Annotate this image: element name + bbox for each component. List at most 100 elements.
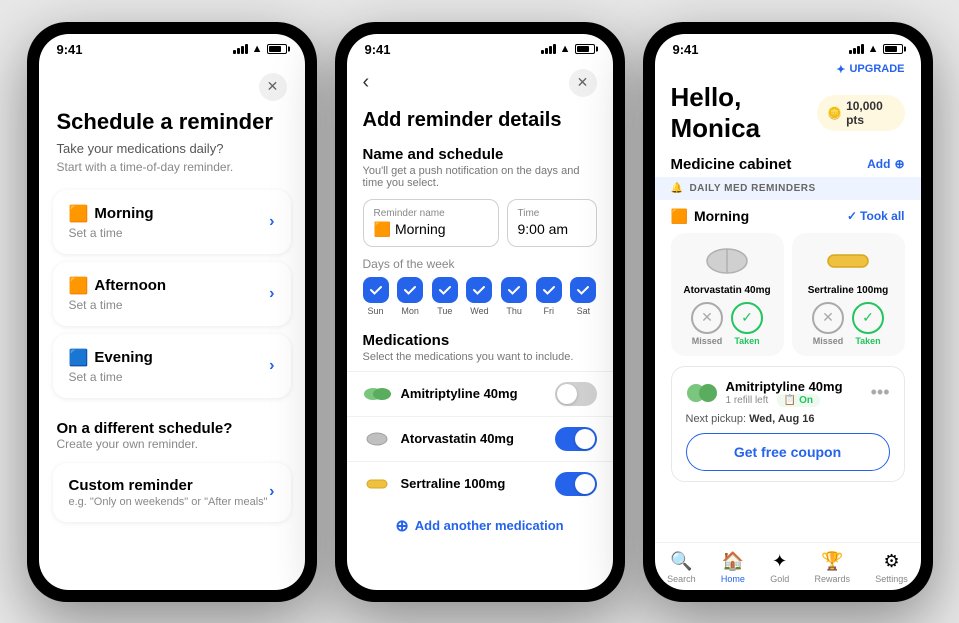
custom-reminder-sub: e.g. "Only on weekends" or "After meals": [69, 496, 268, 508]
day-chip-thu[interactable]: Thu: [501, 277, 527, 316]
day-chip-tue[interactable]: Tue: [432, 277, 458, 316]
nav-settings[interactable]: ⚙ Settings: [875, 551, 908, 584]
time-label: Time: [518, 208, 586, 219]
alarm-icon: 🔔: [671, 183, 684, 194]
morning-tag-emoji: 🟧: [671, 208, 688, 225]
day-chip-mon[interactable]: Mon: [397, 277, 423, 316]
home-nav-label: Home: [721, 574, 745, 584]
gold-nav-icon: ✦: [772, 551, 787, 572]
daily-med-label: DAILY MED REMINDERS: [689, 183, 815, 194]
days-label: Days of the week: [363, 257, 597, 271]
day-check-sat: [570, 277, 596, 303]
atorvastatin-pill-icon: [363, 425, 391, 453]
days-row: Sun Mon Tue: [363, 277, 597, 316]
day-name-sun: Sun: [367, 306, 383, 316]
status-bar-3: 9:41 ▲: [655, 34, 921, 61]
day-chip-sun[interactable]: Sun: [363, 277, 389, 316]
ami-more-icon[interactable]: •••: [871, 382, 890, 403]
add-medicine-button[interactable]: Add ⊕: [867, 157, 904, 171]
day-check-wed: [466, 277, 492, 303]
atorvastatin-card: Atorvastatin 40mg ✕ Missed ✓ Taken: [671, 233, 784, 356]
atorvastatin-taken-label: Taken: [734, 336, 759, 346]
search-nav-icon: 🔍: [670, 551, 692, 572]
day-chip-fri[interactable]: Fri: [536, 277, 562, 316]
cabinet-section-title: Medicine cabinet Add ⊕: [655, 152, 921, 177]
points-badge: 🪙 10,000 pts: [817, 95, 904, 131]
check-icon: ✓: [847, 209, 857, 223]
sertraline-card: Sertraline 100mg ✕ Missed ✓ Taken: [792, 233, 905, 356]
morning-reminder-row: 🟧 Morning ✓ Took all: [655, 200, 921, 233]
nav-search[interactable]: 🔍 Search: [667, 551, 696, 584]
sertraline-actions: ✕ Missed ✓ Taken: [812, 302, 884, 346]
p1-subtitle: Take your medications daily?: [39, 141, 305, 160]
close-button-1[interactable]: ✕: [259, 73, 287, 101]
med-item-amitriptyline: Amitriptyline 40mg: [347, 371, 613, 416]
afternoon-label: Afternoon: [94, 277, 166, 294]
status-time-3: 9:41: [673, 42, 699, 57]
meds-grid: Atorvastatin 40mg ✕ Missed ✓ Taken: [655, 233, 921, 366]
atorvastatin-missed-btn[interactable]: ✕: [691, 302, 723, 334]
phone-1: 9:41 ▲ ✕ Schedule a reminder Take your m…: [27, 22, 317, 602]
time-field[interactable]: Time 9:00 am: [507, 199, 597, 247]
close-button-2[interactable]: ✕: [569, 69, 597, 97]
afternoon-sub: Set a time: [69, 298, 167, 312]
morning-tag-label: Morning: [694, 208, 749, 224]
atorvastatin-card-name: Atorvastatin 40mg: [683, 285, 770, 296]
day-check-sun: [363, 277, 389, 303]
get-coupon-button[interactable]: Get free coupon: [686, 433, 890, 471]
battery-icon-3: [883, 44, 903, 54]
daily-med-header: 🔔 DAILY MED REMINDERS: [655, 177, 921, 200]
points-value: 10,000 pts: [846, 99, 894, 127]
add-circle-icon: ⊕: [894, 157, 904, 171]
took-all-badge: ✓ Took all: [847, 209, 905, 223]
p1-close-area: ✕: [39, 61, 305, 109]
back-button[interactable]: ‹: [363, 71, 370, 94]
sertraline-taken-label: Taken: [855, 336, 880, 346]
battery-icon-1: [267, 44, 287, 54]
wifi-icon-2: ▲: [560, 43, 571, 55]
day-name-tue: Tue: [437, 306, 452, 316]
nav-gold[interactable]: ✦ Gold: [770, 551, 789, 584]
evening-emoji: 🟦: [69, 348, 89, 368]
time-value: 9:00 am: [518, 221, 586, 237]
star-icon: ✦: [836, 63, 845, 76]
ami-refill: 1 refill left 📋 On: [726, 394, 843, 407]
day-chip-wed[interactable]: Wed: [466, 277, 492, 316]
atorvastatin-taken-btn[interactable]: ✓: [731, 302, 763, 334]
amitriptyline-detail-card: Amitriptyline 40mg 1 refill left 📋 On ••…: [671, 366, 905, 482]
sertraline-taken-btn[interactable]: ✓: [852, 302, 884, 334]
upgrade-label: UPGRADE: [849, 63, 904, 75]
greeting-label: Hello, Monica: [671, 82, 818, 144]
p3-header: Hello, Monica 🪙 10,000 pts: [655, 78, 921, 152]
evening-option[interactable]: 🟦 Evening Set a time ›: [53, 334, 291, 398]
morning-label: Morning: [94, 205, 153, 222]
sertraline-toggle[interactable]: [555, 472, 597, 496]
form-row: Reminder name 🟧 Morning Time 9:00 am: [347, 199, 613, 257]
morning-option[interactable]: 🟧 Morning Set a time ›: [53, 190, 291, 254]
days-section: Days of the week Sun Mon: [347, 257, 613, 326]
amitriptyline-toggle[interactable]: [555, 382, 597, 406]
nav-home[interactable]: 🏠 Home: [721, 551, 745, 584]
amitriptyline-card-icon: [686, 377, 718, 409]
day-name-wed: Wed: [470, 306, 488, 316]
evening-sub: Set a time: [69, 370, 153, 384]
bottom-nav: 🔍 Search 🏠 Home ✦ Gold 🏆 Rewards ⚙ Setti…: [655, 542, 921, 590]
day-chip-sat[interactable]: Sat: [570, 277, 596, 316]
upgrade-button[interactable]: ✦ UPGRADE: [655, 61, 921, 78]
rewards-nav-icon: 🏆: [821, 551, 843, 572]
add-medication-button[interactable]: ⊕ Add another medication: [347, 506, 613, 546]
p2-section-desc: You'll get a push notification on the da…: [347, 165, 613, 199]
custom-reminder-option[interactable]: Custom reminder e.g. "Only on weekends" …: [53, 463, 291, 522]
sertraline-img: [823, 243, 873, 279]
sertraline-missed-btn[interactable]: ✕: [812, 302, 844, 334]
settings-nav-label: Settings: [875, 574, 908, 584]
p2-section-title: Name and schedule: [347, 138, 613, 165]
reminder-name-field[interactable]: Reminder name 🟧 Morning: [363, 199, 499, 247]
atorvastatin-toggle[interactable]: [555, 427, 597, 451]
p1-title: Schedule a reminder: [39, 109, 305, 141]
status-bar-2: 9:41 ▲: [347, 34, 613, 61]
nav-rewards[interactable]: 🏆 Rewards: [814, 551, 850, 584]
reminder-name-value: 🟧 Morning: [374, 221, 488, 238]
meds-section-desc: Select the medications you want to inclu…: [347, 351, 613, 371]
afternoon-option[interactable]: 🟧 Afternoon Set a time ›: [53, 262, 291, 326]
